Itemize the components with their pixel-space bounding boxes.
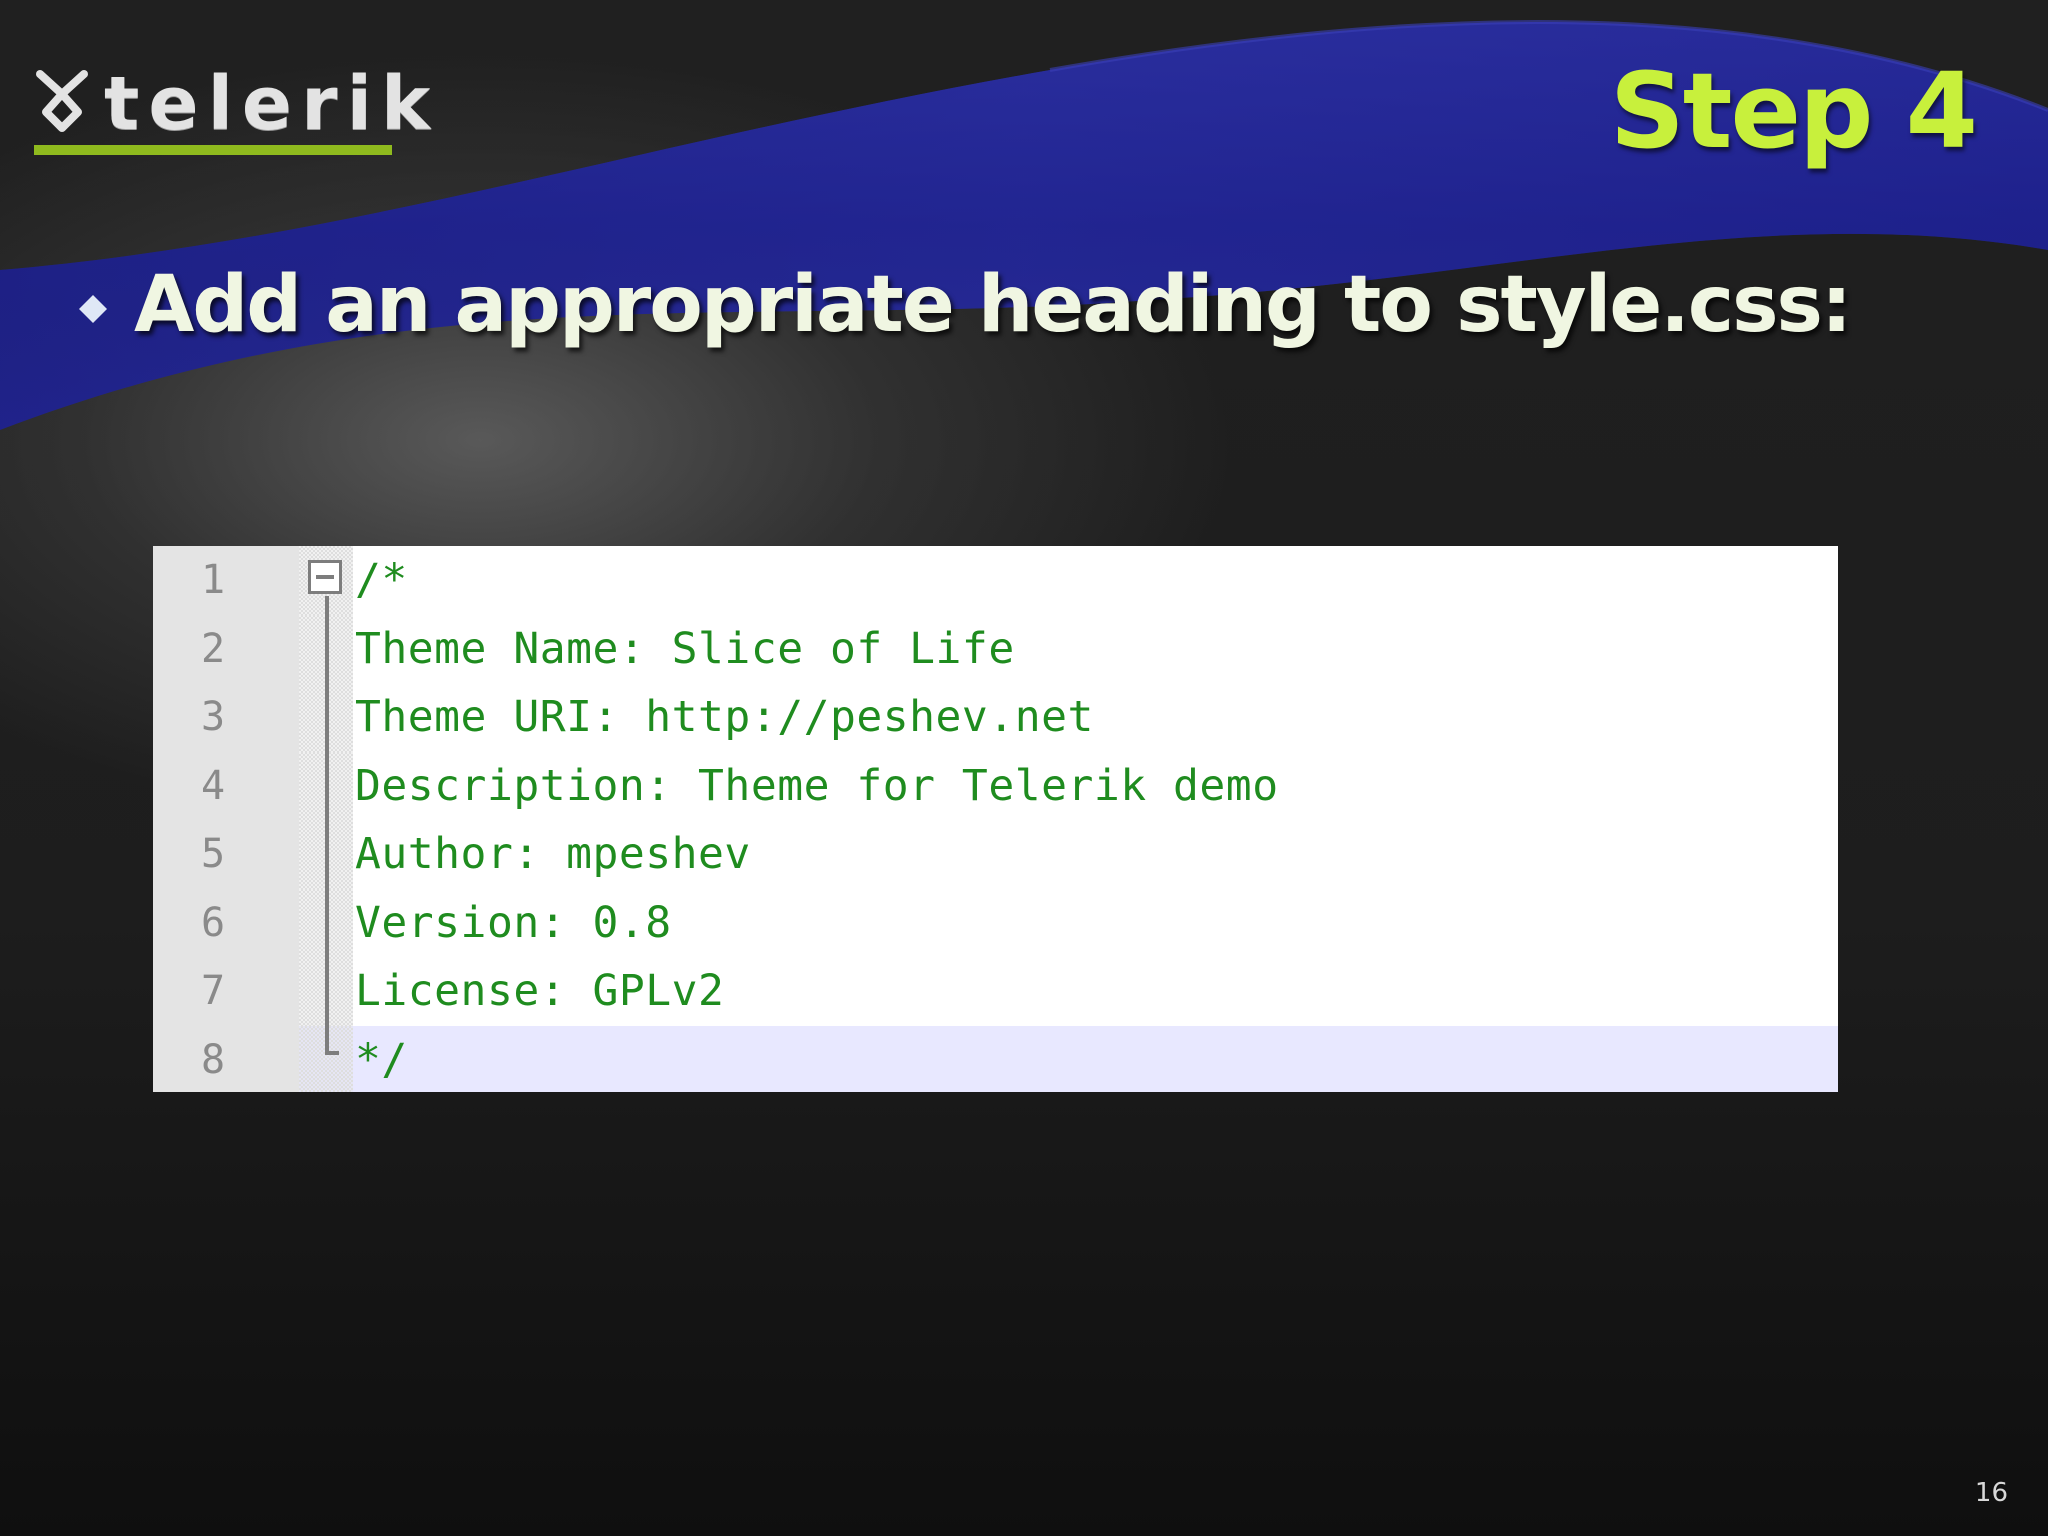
slide-title: Step 4 bbox=[1609, 50, 1978, 172]
code-line: 3 Theme URI: http://peshev.net bbox=[153, 683, 1838, 752]
code-text[interactable]: Theme Name: Slice of Life bbox=[355, 615, 1838, 684]
code-text[interactable]: Version: 0.8 bbox=[355, 889, 1838, 958]
slide: telerik Step 4 Add an appropriate headin… bbox=[0, 0, 2048, 1536]
code-text[interactable]: Theme URI: http://peshev.net bbox=[355, 683, 1838, 752]
fold-guide-line bbox=[325, 683, 329, 752]
line-number: 6 bbox=[201, 899, 226, 946]
fold-guide-line bbox=[325, 751, 329, 820]
code-line: 4 Description: Theme for Telerik demo bbox=[153, 751, 1838, 821]
code-text[interactable]: Author: mpeshev bbox=[355, 820, 1838, 889]
fold-guide-line bbox=[325, 614, 329, 683]
code-line: 2 Theme Name: Slice of Life bbox=[153, 614, 1838, 684]
line-number: 8 bbox=[201, 1036, 226, 1083]
code-text[interactable]: */ bbox=[355, 1026, 1838, 1093]
fold-guide-line bbox=[325, 820, 329, 889]
fold-guide-line bbox=[325, 1025, 329, 1054]
code-line-current: 8 */ bbox=[153, 1025, 1838, 1093]
code-text[interactable]: /* bbox=[355, 546, 1838, 615]
line-number: 4 bbox=[201, 762, 226, 809]
bullet-text: Add an appropriate heading to style.css: bbox=[134, 260, 1852, 350]
code-text[interactable]: License: GPLv2 bbox=[355, 957, 1838, 1026]
logo-underline bbox=[34, 145, 392, 155]
telerik-logo-mark-icon bbox=[36, 70, 88, 132]
diamond-bullet-icon bbox=[79, 295, 107, 323]
line-number: 1 bbox=[201, 557, 226, 603]
code-line: 5 Author: mpeshev bbox=[153, 820, 1838, 889]
line-number: 2 bbox=[201, 625, 226, 672]
code-line: 6 Version: 0.8 bbox=[153, 888, 1838, 958]
code-editor-panel: 1 /* 2 Theme Name: Slice of Life 3 Theme… bbox=[153, 546, 1838, 1092]
fold-collapse-icon[interactable] bbox=[308, 560, 342, 594]
fold-end-marker bbox=[325, 1050, 339, 1055]
fold-guide-line bbox=[325, 957, 329, 1026]
line-number: 3 bbox=[201, 694, 226, 740]
slide-number: 16 bbox=[1974, 1478, 2008, 1508]
fold-guide-line bbox=[325, 596, 329, 615]
fold-guide-line bbox=[325, 888, 329, 957]
code-text[interactable]: Description: Theme for Telerik demo bbox=[355, 752, 1838, 821]
line-number: 7 bbox=[201, 968, 226, 1014]
code-line: 1 /* bbox=[153, 546, 1838, 615]
code-line: 7 License: GPLv2 bbox=[153, 957, 1838, 1026]
line-number: 5 bbox=[201, 831, 226, 877]
telerik-logo: telerik bbox=[34, 56, 430, 156]
telerik-logo-text: telerik bbox=[104, 61, 440, 147]
minus-icon bbox=[316, 575, 334, 579]
